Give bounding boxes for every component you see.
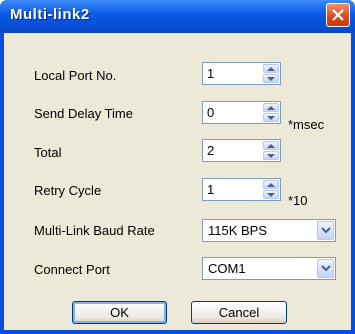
arrow-up-icon <box>267 106 275 110</box>
send-delay-up-button[interactable] <box>263 103 279 112</box>
arrow-down-icon <box>267 154 275 158</box>
local-port-up-button[interactable] <box>263 64 279 73</box>
total-value[interactable]: 2 <box>207 143 214 158</box>
retry-cycle-spinner[interactable]: 1 <box>202 178 281 201</box>
cancel-button[interactable]: Cancel <box>191 301 287 324</box>
retry-cycle-up-button[interactable] <box>263 180 279 189</box>
arrow-up-icon <box>267 144 275 148</box>
window-title: Multi-link2 <box>10 6 90 23</box>
send-delay-label: Send Delay Time <box>34 106 133 121</box>
total-label: Total <box>34 145 62 160</box>
close-icon <box>332 9 344 21</box>
arrow-up-icon <box>267 183 275 187</box>
send-delay-down-button[interactable] <box>263 113 279 122</box>
dialog-body: Local Port No. 1 Send Delay Time 0 *msec… <box>4 33 351 330</box>
baud-rate-value[interactable]: 115K BPS <box>208 223 267 238</box>
retry-cycle-value[interactable]: 1 <box>207 182 214 197</box>
connect-port-dropdown-button[interactable] <box>317 259 334 278</box>
ok-button[interactable]: OK <box>72 301 167 324</box>
total-up-button[interactable] <box>263 141 279 150</box>
close-button[interactable] <box>326 3 350 27</box>
arrow-up-icon <box>267 67 275 71</box>
baud-rate-label: Multi-Link Baud Rate <box>34 223 155 238</box>
baud-rate-select[interactable]: 115K BPS <box>202 219 336 242</box>
connect-port-select[interactable]: COM1 <box>202 257 336 280</box>
send-delay-spinner[interactable]: 0 <box>202 101 281 124</box>
retry-cycle-down-button[interactable] <box>263 190 279 199</box>
arrow-down-icon <box>267 116 275 120</box>
chevron-down-icon <box>321 227 331 234</box>
dialog-window: Multi-link2 Local Port No. 1 Send Delay … <box>0 0 355 334</box>
local-port-spinner[interactable]: 1 <box>202 62 281 85</box>
total-spinner[interactable]: 2 <box>202 139 281 162</box>
local-port-label: Local Port No. <box>34 68 117 83</box>
local-port-value[interactable]: 1 <box>207 66 214 81</box>
retry-cycle-unit: *10 <box>288 193 308 208</box>
arrow-down-icon <box>267 193 275 197</box>
chevron-down-icon <box>321 265 331 272</box>
local-port-down-button[interactable] <box>263 74 279 83</box>
total-down-button[interactable] <box>263 151 279 160</box>
connect-port-label: Connect Port <box>34 262 110 277</box>
baud-rate-dropdown-button[interactable] <box>317 221 334 240</box>
title-bar[interactable]: Multi-link2 <box>0 0 355 33</box>
connect-port-value[interactable]: COM1 <box>208 261 246 276</box>
send-delay-unit: *msec <box>288 117 325 132</box>
retry-cycle-label: Retry Cycle <box>34 183 102 198</box>
send-delay-value[interactable]: 0 <box>207 105 214 120</box>
arrow-down-icon <box>267 77 275 81</box>
